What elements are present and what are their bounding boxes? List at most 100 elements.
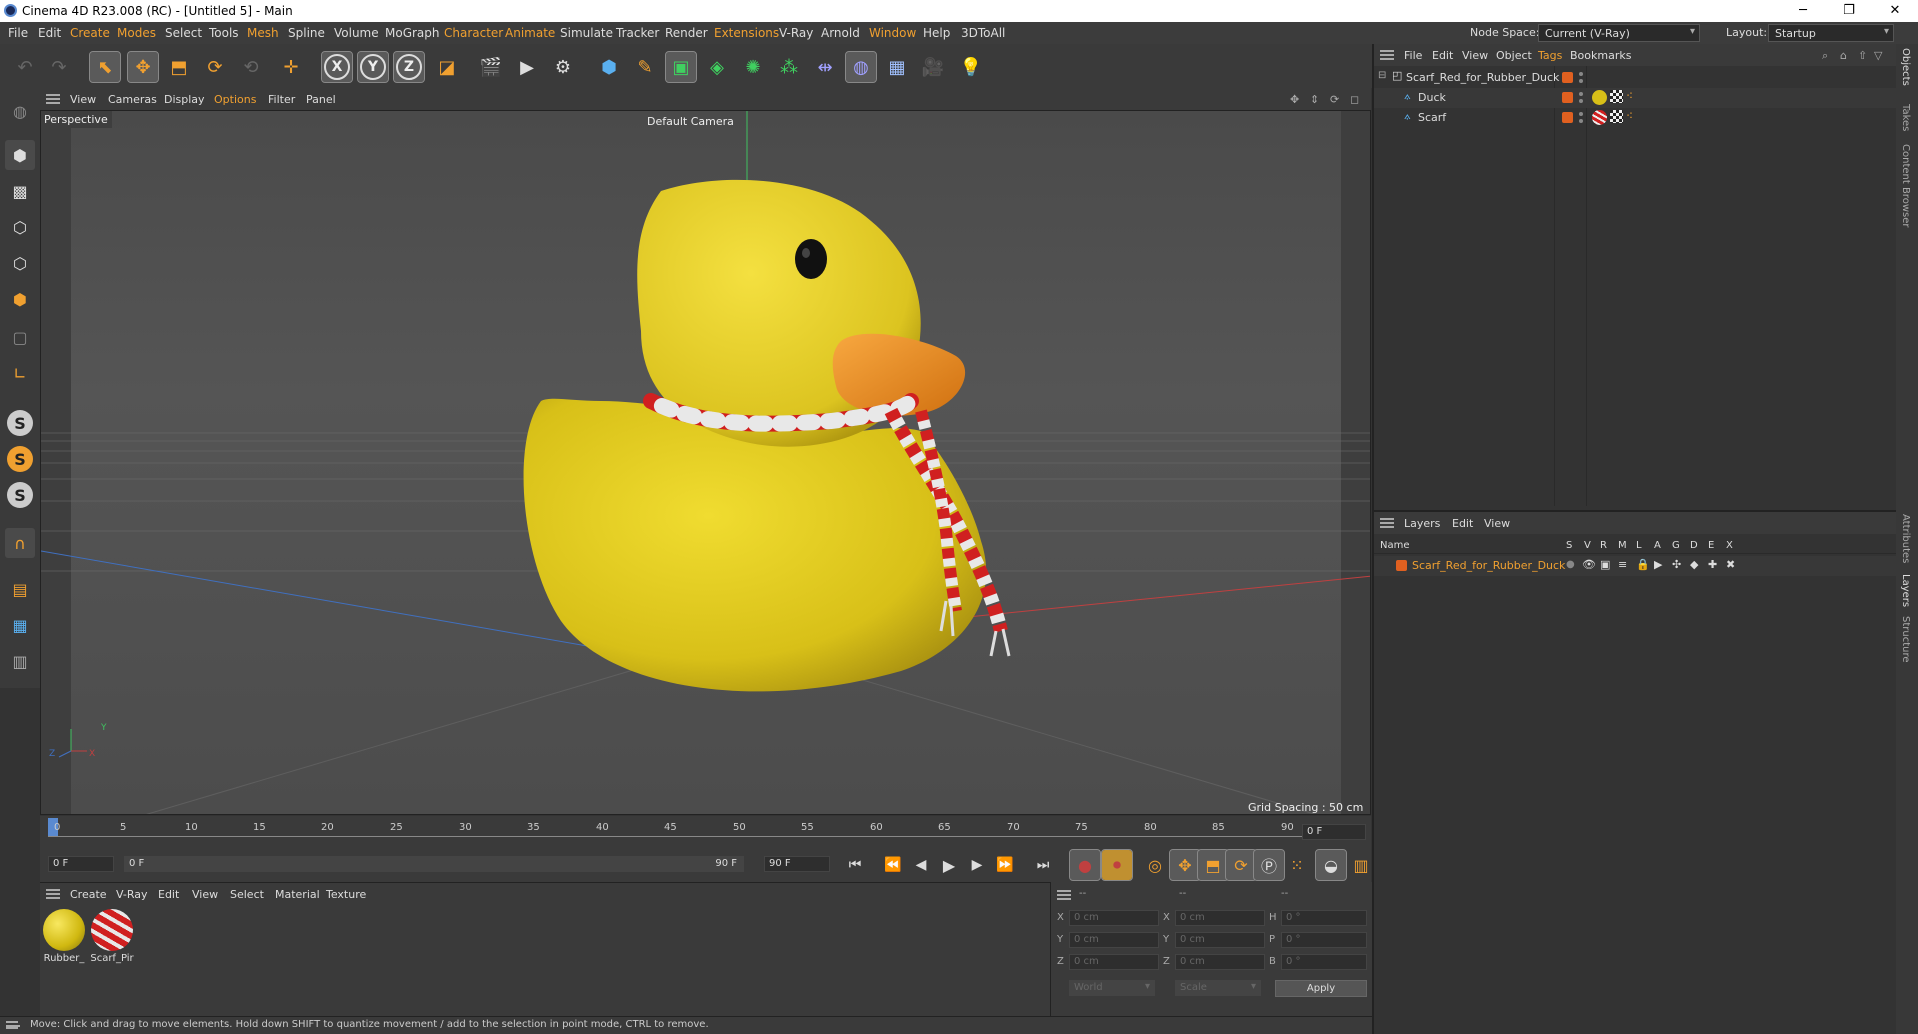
material-tag-icon[interactable]: [1592, 90, 1607, 105]
render-settings-icon[interactable]: ⚙: [548, 52, 578, 82]
menu-character[interactable]: Character: [444, 26, 503, 40]
coordinate-system-icon[interactable]: ✛: [276, 52, 306, 82]
points-mode-icon[interactable]: ⬡: [5, 212, 35, 242]
layer-menu-view[interactable]: View: [1484, 517, 1510, 530]
object-row[interactable]: ⟑ Duck ⁖: [1374, 88, 1896, 108]
close-button[interactable]: ✕: [1872, 0, 1918, 22]
menu-extensions[interactable]: Extensions: [714, 26, 779, 40]
generator-icon[interactable]: ✣: [1672, 558, 1681, 571]
layer-color-swatch[interactable]: [1562, 72, 1573, 83]
vp-menu-panel[interactable]: Panel: [306, 93, 336, 106]
solo-dot-icon[interactable]: ●: [1566, 559, 1575, 570]
menu-simulate[interactable]: Simulate: [560, 26, 613, 40]
go-to-start-icon[interactable]: ⏮: [840, 850, 870, 880]
workplane-icon[interactable]: ▤: [5, 574, 35, 604]
mat-menu-vray[interactable]: V-Ray: [116, 888, 148, 901]
node-space-dropdown[interactable]: Current (V-Ray) ▾: [1538, 24, 1700, 42]
visibility-dots[interactable]: [1579, 72, 1583, 84]
side-tab-structure[interactable]: Structure: [1900, 616, 1911, 663]
side-tab-content-browser[interactable]: Content Browser: [1900, 144, 1911, 227]
snap-settings-icon[interactable]: S: [5, 444, 35, 474]
redo-icon[interactable]: ↷: [44, 52, 74, 82]
field-icon[interactable]: ◍: [845, 51, 877, 83]
edges-mode-icon[interactable]: ⬡: [5, 248, 35, 278]
current-frame-field[interactable]: 0 F: [1302, 824, 1366, 840]
uv-mode-icon[interactable]: ▢: [5, 322, 35, 352]
layer-color-swatch[interactable]: [1562, 92, 1573, 103]
key-scale-icon[interactable]: ⬒: [1197, 849, 1229, 881]
mat-menu-edit[interactable]: Edit: [158, 888, 179, 901]
snap-icon[interactable]: S: [5, 408, 35, 438]
menu-volume[interactable]: Volume: [334, 26, 379, 40]
restore-button[interactable]: ❐: [1826, 0, 1872, 22]
scale-tool-icon[interactable]: ⬒: [164, 52, 194, 82]
floor-icon[interactable]: ▦: [882, 52, 912, 82]
manager-icon[interactable]: ≡: [1618, 558, 1627, 571]
move-view-icon[interactable]: ✥: [1290, 93, 1299, 106]
side-tab-objects[interactable]: Objects: [1900, 48, 1911, 86]
x-axis-lock-icon[interactable]: X: [321, 51, 353, 83]
home-icon[interactable]: ⌂: [1840, 49, 1847, 62]
autokey-icon[interactable]: ⏺: [1101, 849, 1133, 881]
timeline-ruler[interactable]: 0 5 10 15 20 25 30 35 40 45 50 55 60 65 …: [40, 816, 1371, 846]
key-pla-icon[interactable]: ⁙: [1282, 850, 1312, 880]
layout-dropdown[interactable]: Startup ▾: [1768, 24, 1894, 42]
material-swatch[interactable]: Rubber_: [42, 909, 86, 969]
animation-icon[interactable]: ▶: [1654, 558, 1662, 571]
frame-range-slider[interactable]: 0 F 90 F: [124, 856, 744, 872]
polygons-mode-icon[interactable]: ⬢: [5, 284, 35, 314]
camera-icon[interactable]: 🎥: [918, 52, 948, 82]
next-key-icon[interactable]: ⏩: [990, 850, 1020, 880]
layer-row[interactable]: Scarf_Red_for_Rubber_Duck ● 👁 ▣ ≡ 🔒 ▶ ✣ …: [1374, 556, 1896, 576]
key-rotation-icon[interactable]: ⟳: [1225, 849, 1257, 881]
previous-frame-icon[interactable]: ◀: [906, 850, 936, 880]
collapse-icon[interactable]: ⊟: [1378, 70, 1386, 81]
axis-mode-icon[interactable]: ∟: [5, 358, 35, 388]
snap-3d-icon[interactable]: S: [5, 480, 35, 510]
menu-create[interactable]: Create: [70, 26, 110, 40]
recent-tool-icon[interactable]: ⟲: [236, 52, 266, 82]
layer-menu-edit[interactable]: Edit: [1452, 517, 1473, 530]
side-tab-takes[interactable]: Takes: [1900, 104, 1911, 131]
texture-tag-icon[interactable]: [1610, 110, 1623, 123]
texture-mode-icon[interactable]: ▩: [5, 176, 35, 206]
obj-menu-tags[interactable]: Tags: [1538, 49, 1562, 62]
position-y-field[interactable]: 0 cm: [1069, 932, 1159, 948]
phong-tag-icon[interactable]: ⁖: [1626, 89, 1633, 103]
xref-icon[interactable]: ✖: [1726, 558, 1735, 571]
motion-system-icon[interactable]: ◒: [1315, 849, 1347, 881]
menu-arnold[interactable]: Arnold: [821, 26, 860, 40]
size-z-field[interactable]: 0 cm: [1175, 954, 1265, 970]
go-to-end-icon[interactable]: ⏭: [1028, 850, 1058, 880]
eye-icon[interactable]: 👁: [1582, 558, 1596, 571]
y-axis-lock-icon[interactable]: Y: [357, 51, 389, 83]
side-tab-layers[interactable]: Layers: [1900, 574, 1911, 607]
position-x-field[interactable]: 0 cm: [1069, 910, 1159, 926]
menu-tools[interactable]: Tools: [209, 26, 239, 40]
menu-file[interactable]: File: [8, 26, 28, 40]
cube-primitive-icon[interactable]: ⬢: [594, 52, 624, 82]
hamburger-icon[interactable]: [1057, 890, 1071, 900]
material-swatch[interactable]: Scarf_Pir: [90, 909, 134, 969]
vp-menu-filter[interactable]: Filter: [268, 93, 295, 106]
object-row[interactable]: ⊟ ◰ Scarf_Red_for_Rubber_Duck: [1374, 68, 1896, 88]
menu-window[interactable]: Window: [869, 26, 916, 40]
filter-icon[interactable]: ▽: [1874, 49, 1882, 62]
rotation-h-field[interactable]: 0 °: [1281, 910, 1367, 926]
object-row[interactable]: ⟑ Scarf ⁖: [1374, 108, 1896, 128]
subdivision-icon[interactable]: ▣: [665, 51, 697, 83]
obj-menu-edit[interactable]: Edit: [1432, 49, 1453, 62]
search-icon[interactable]: ⌕: [1822, 49, 1828, 63]
menu-spline[interactable]: Spline: [288, 26, 325, 40]
menu-animate[interactable]: Animate: [505, 26, 555, 40]
obj-menu-view[interactable]: View: [1462, 49, 1488, 62]
undo-icon[interactable]: ↶: [10, 52, 40, 82]
pen-spline-icon[interactable]: ✎: [630, 52, 660, 82]
start-frame-field[interactable]: 0 F: [48, 856, 114, 872]
obj-menu-object[interactable]: Object: [1496, 49, 1532, 62]
visibility-dots[interactable]: [1579, 112, 1583, 124]
layer-color-swatch[interactable]: [1396, 560, 1407, 571]
menu-vray[interactable]: V-Ray: [779, 26, 813, 40]
vp-menu-display[interactable]: Display: [164, 93, 205, 106]
viewport-perspective[interactable]: Perspective Default Camera Y Z X Grid Sp…: [40, 110, 1371, 815]
